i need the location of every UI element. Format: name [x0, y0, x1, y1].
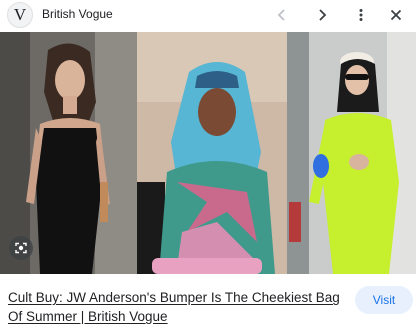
chevron-right-icon	[319, 9, 327, 21]
close-icon	[390, 9, 402, 21]
result-title-link[interactable]: Cult Buy: JW Anderson's Bumper Is The Ch…	[8, 288, 343, 326]
lens-search-button[interactable]	[9, 236, 33, 260]
result-image[interactable]	[0, 32, 416, 274]
result-details: Cult Buy: JW Anderson's Bumper Is The Ch…	[0, 274, 416, 328]
more-vert-icon	[359, 9, 363, 21]
close-button[interactable]	[383, 2, 409, 28]
visit-button[interactable]: Visit	[355, 286, 413, 314]
source-name[interactable]: British Vogue	[42, 7, 113, 21]
logo-letter: V	[13, 5, 27, 24]
next-button[interactable]	[309, 2, 335, 28]
image-panel-blue-hair	[137, 32, 287, 274]
previous-button[interactable]	[269, 2, 295, 28]
site-logo: V	[7, 2, 33, 28]
lens-search-icon	[15, 242, 27, 254]
image-panel-lime-dress	[287, 32, 416, 274]
top-bar: V British Vogue	[0, 0, 416, 32]
more-options-button[interactable]	[348, 2, 374, 28]
chevron-left-icon	[277, 9, 285, 21]
